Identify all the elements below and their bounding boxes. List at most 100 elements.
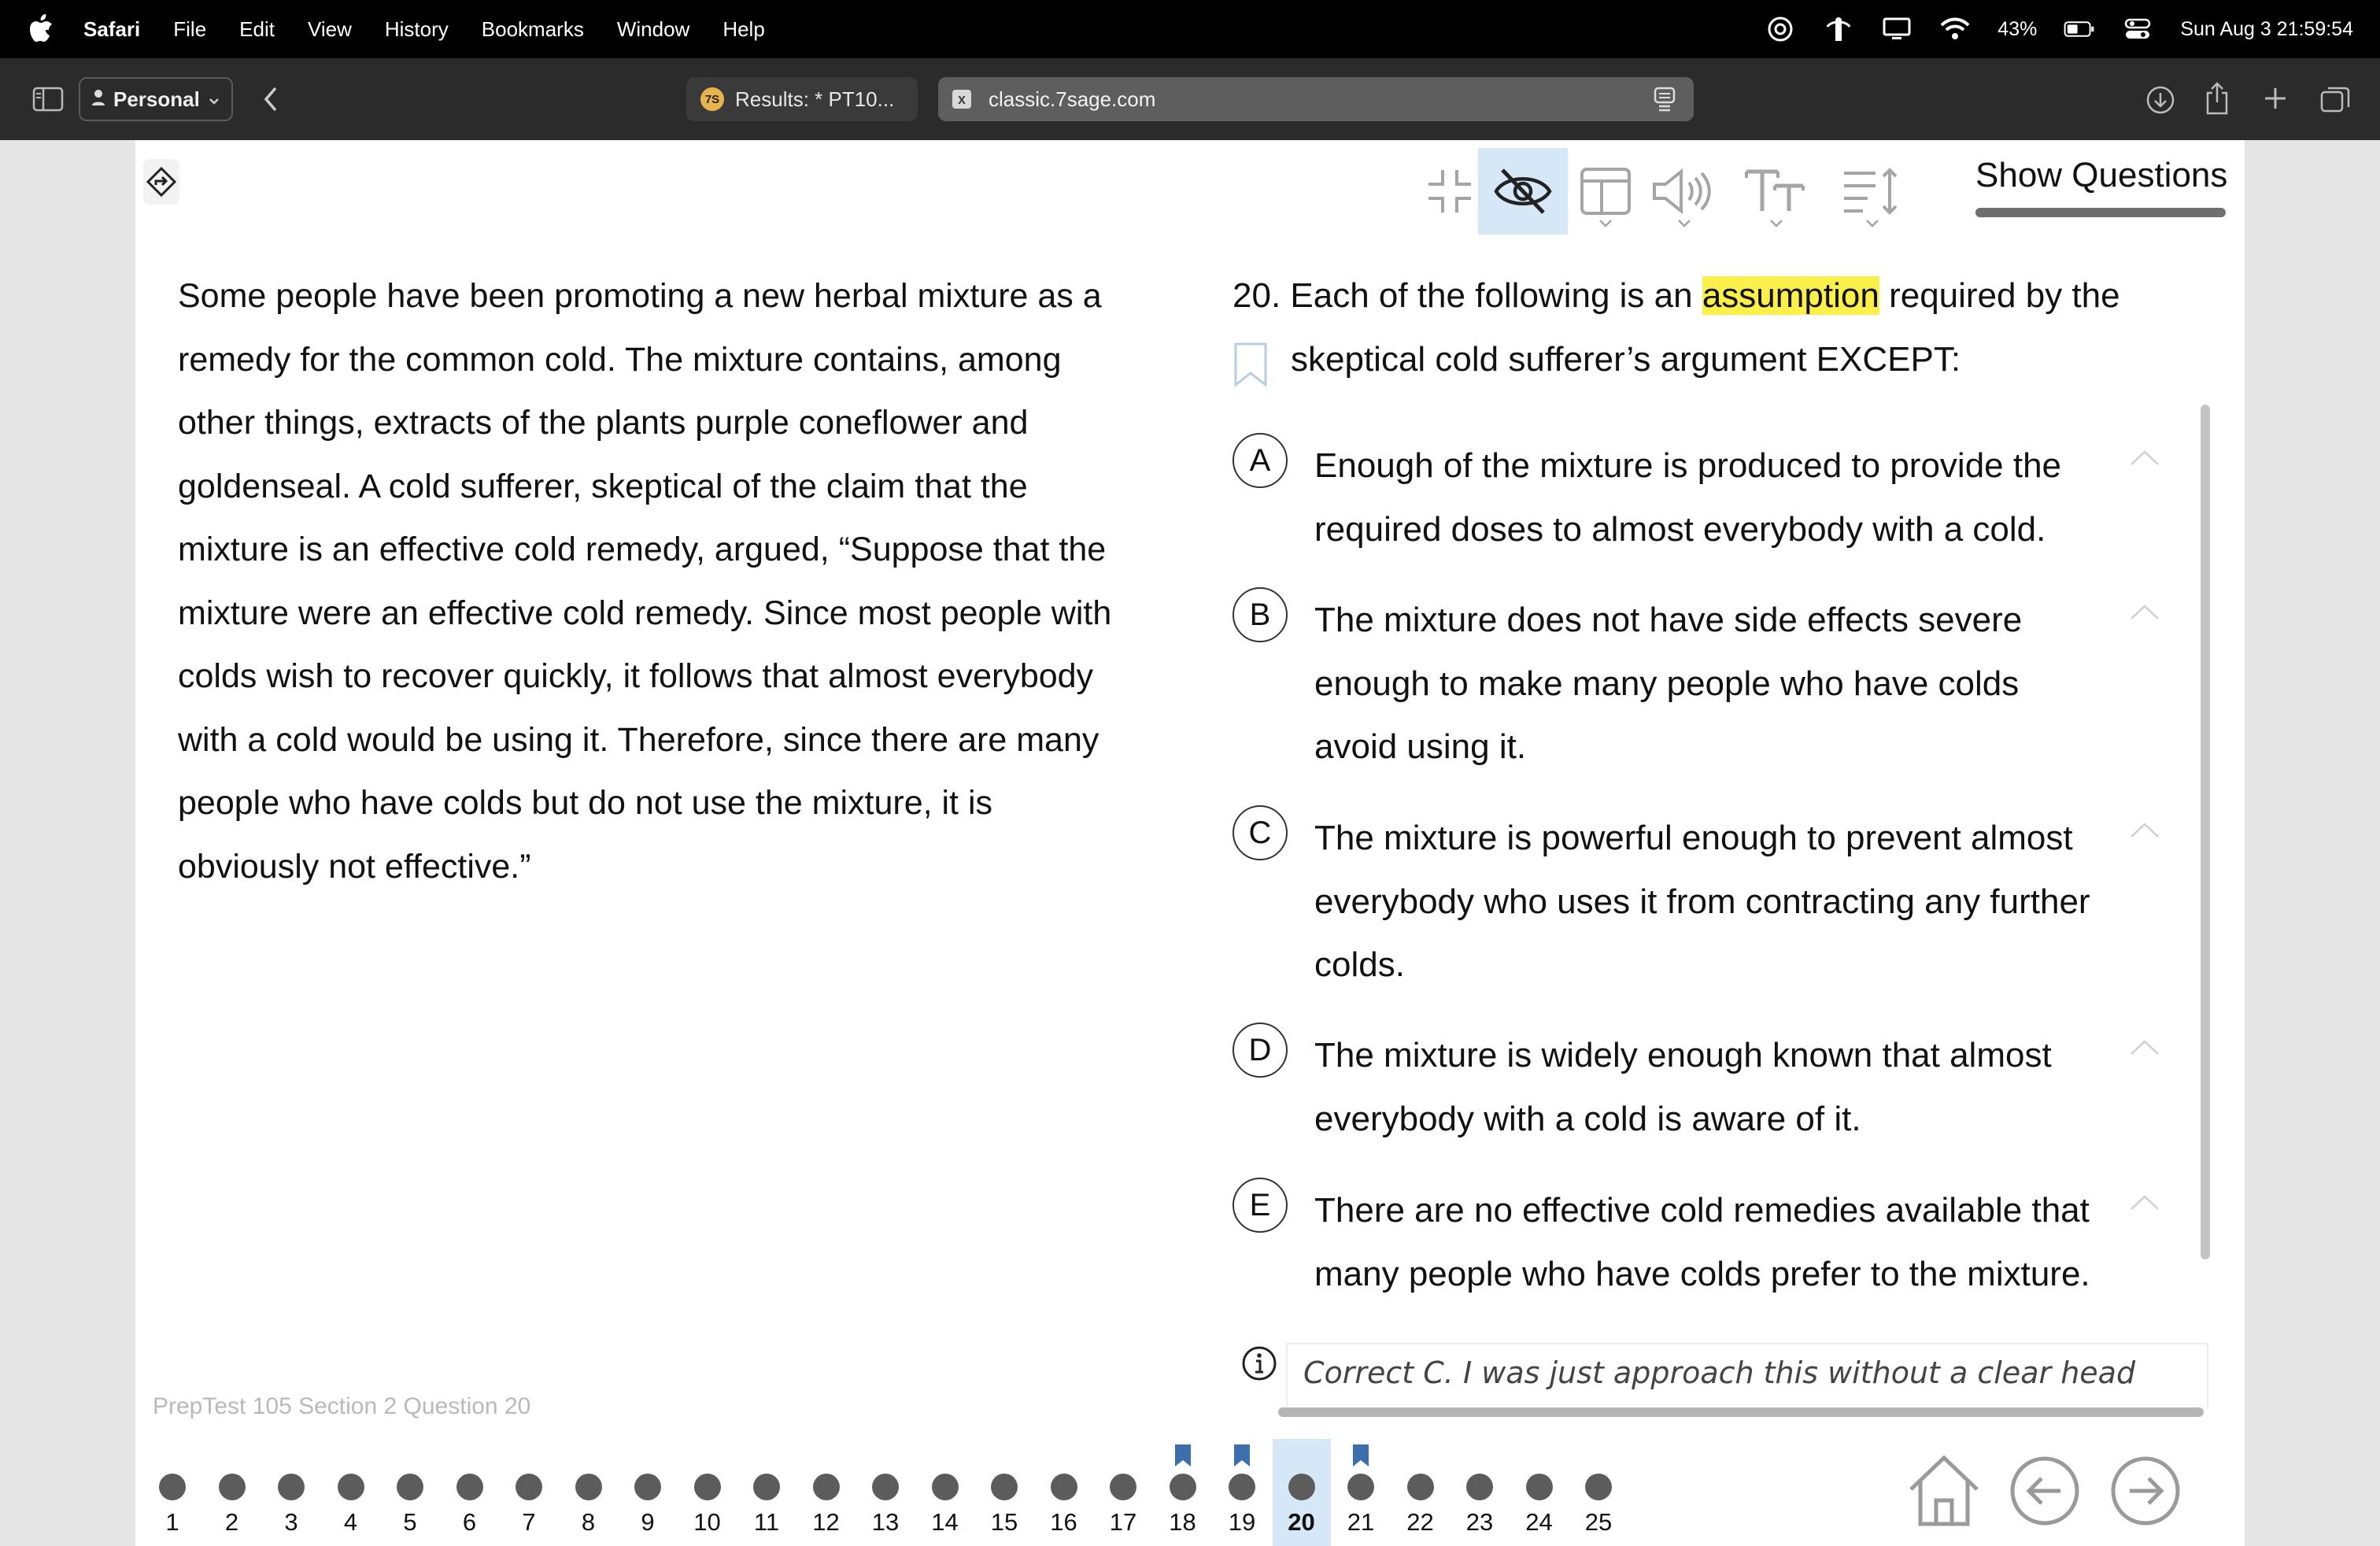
question-dot[interactable] (218, 1474, 246, 1500)
question-dot[interactable] (1050, 1474, 1077, 1500)
hide-eye-icon[interactable] (1478, 148, 1568, 235)
question-dot[interactable] (278, 1474, 305, 1500)
menu-bookmarks[interactable]: Bookmarks (482, 17, 584, 42)
share-icon[interactable] (2201, 79, 2234, 118)
question-dot[interactable] (397, 1474, 423, 1500)
control-center-icon[interactable] (2122, 13, 2153, 45)
question-nav-17[interactable]: 17 (1094, 1439, 1152, 1546)
question-dot[interactable] (693, 1474, 721, 1500)
reader-icon[interactable] (1653, 87, 1676, 117)
question-nav-11[interactable]: 11 (737, 1439, 796, 1546)
question-dot[interactable] (337, 1474, 364, 1500)
7sage-logo-icon[interactable] (143, 159, 179, 205)
show-questions-toggle[interactable]: Show Questions (1975, 156, 2227, 195)
tab-7sage-active[interactable]: x classic.7sage.com (938, 77, 1694, 121)
chevron-up-icon[interactable] (2128, 821, 2161, 844)
question-nav-10[interactable]: 10 (678, 1439, 737, 1546)
menu-view[interactable]: View (308, 17, 352, 42)
question-nav-20[interactable]: 20 (1272, 1439, 1331, 1546)
question-dot[interactable] (872, 1474, 899, 1500)
chevron-up-icon[interactable] (2128, 1193, 2161, 1216)
bookmark-icon[interactable] (1232, 342, 1269, 391)
note-scrollbar[interactable] (1278, 1407, 2204, 1417)
question-dot[interactable] (575, 1474, 602, 1500)
choice-letter[interactable]: D (1232, 1023, 1288, 1078)
question-dot[interactable] (1347, 1474, 1374, 1500)
choice-letter[interactable]: C (1232, 805, 1288, 860)
chevron-up-icon[interactable] (2128, 603, 2161, 626)
tab-overview-icon[interactable] (2317, 82, 2353, 117)
question-nav-23[interactable]: 23 (1451, 1439, 1509, 1546)
question-dot[interactable] (1466, 1474, 1493, 1500)
question-nav-16[interactable]: 16 (1035, 1439, 1093, 1546)
layout-icon[interactable] (1568, 148, 1643, 235)
address-text[interactable]: classic.7sage.com (989, 87, 1155, 112)
font-size-icon[interactable] (1733, 148, 1820, 235)
highlighted-word[interactable]: assumption (1702, 276, 1879, 315)
menu-edit[interactable]: Edit (239, 17, 275, 42)
question-nav-3[interactable]: 3 (262, 1439, 320, 1546)
question-nav-14[interactable]: 14 (916, 1439, 974, 1546)
chevron-up-icon[interactable] (2128, 1038, 2161, 1061)
question-dot[interactable] (991, 1474, 1018, 1500)
battery-icon[interactable] (2064, 13, 2095, 45)
question-dot[interactable] (812, 1474, 840, 1500)
apple-menu-icon[interactable] (28, 13, 60, 45)
downloads-icon[interactable] (2142, 82, 2179, 118)
question-nav-18[interactable]: 18 (1154, 1439, 1212, 1546)
question-dot[interactable] (1288, 1474, 1315, 1500)
question-dot[interactable] (456, 1474, 483, 1500)
question-nav-2[interactable]: 2 (203, 1439, 261, 1546)
question-nav-4[interactable]: 4 (322, 1439, 380, 1546)
question-dot[interactable] (931, 1474, 959, 1500)
note-field[interactable]: Correct C. I was just approach this with… (1286, 1343, 2208, 1409)
back-icon[interactable] (257, 82, 285, 117)
choices-scrollbar[interactable] (2201, 405, 2210, 1259)
sidebar-toggle-icon[interactable] (30, 83, 66, 115)
question-nav-8[interactable]: 8 (560, 1439, 618, 1546)
menu-file[interactable]: File (173, 17, 206, 42)
question-dot[interactable] (159, 1474, 186, 1500)
collapse-icon[interactable] (1410, 148, 1489, 235)
question-dot[interactable] (634, 1474, 661, 1500)
display-icon[interactable] (1881, 13, 1913, 45)
menu-window[interactable]: Window (617, 17, 689, 42)
menu-safari[interactable]: Safari (83, 17, 140, 42)
question-dot[interactable] (516, 1474, 542, 1500)
question-dot[interactable] (1110, 1474, 1136, 1500)
question-dot[interactable] (1585, 1474, 1612, 1500)
wifi-icon[interactable] (1939, 13, 1971, 45)
question-nav-21[interactable]: 21 (1332, 1439, 1390, 1546)
question-dot[interactable] (1406, 1474, 1434, 1500)
menu-help[interactable]: Help (722, 17, 764, 42)
previous-question-icon[interactable] (2001, 1447, 2089, 1535)
question-nav-22[interactable]: 22 (1391, 1439, 1450, 1546)
question-dot[interactable] (753, 1474, 780, 1500)
focus-icon[interactable] (1765, 13, 1796, 45)
question-nav-9[interactable]: 9 (619, 1439, 677, 1546)
choice-letter[interactable]: E (1232, 1178, 1288, 1233)
profile-selector[interactable]: Personal (79, 77, 233, 121)
line-spacing-icon[interactable] (1829, 148, 1916, 235)
new-tab-icon[interactable] (2259, 82, 2292, 115)
menu-history[interactable]: History (385, 17, 449, 42)
question-dot[interactable] (1169, 1474, 1196, 1500)
airdrop-icon[interactable] (1823, 13, 1854, 45)
tab-results[interactable]: 7S Results: * PT10... (686, 77, 918, 121)
home-icon[interactable] (1900, 1447, 1988, 1535)
question-nav-13[interactable]: 13 (856, 1439, 915, 1546)
choice-letter[interactable]: B (1232, 587, 1288, 642)
question-dot[interactable] (1525, 1474, 1553, 1500)
question-nav-24[interactable]: 24 (1510, 1439, 1569, 1546)
question-dot[interactable] (1229, 1474, 1255, 1500)
close-tab-icon[interactable]: x (952, 90, 971, 109)
audio-icon[interactable] (1645, 148, 1724, 235)
question-nav-5[interactable]: 5 (381, 1439, 439, 1546)
info-icon[interactable] (1240, 1344, 1278, 1386)
question-nav-1[interactable]: 1 (143, 1439, 201, 1546)
question-nav-7[interactable]: 7 (500, 1439, 558, 1546)
question-nav-15[interactable]: 15 (975, 1439, 1033, 1546)
question-nav-25[interactable]: 25 (1569, 1439, 1628, 1546)
question-nav-12[interactable]: 12 (797, 1439, 856, 1546)
next-question-icon[interactable] (2101, 1447, 2190, 1535)
